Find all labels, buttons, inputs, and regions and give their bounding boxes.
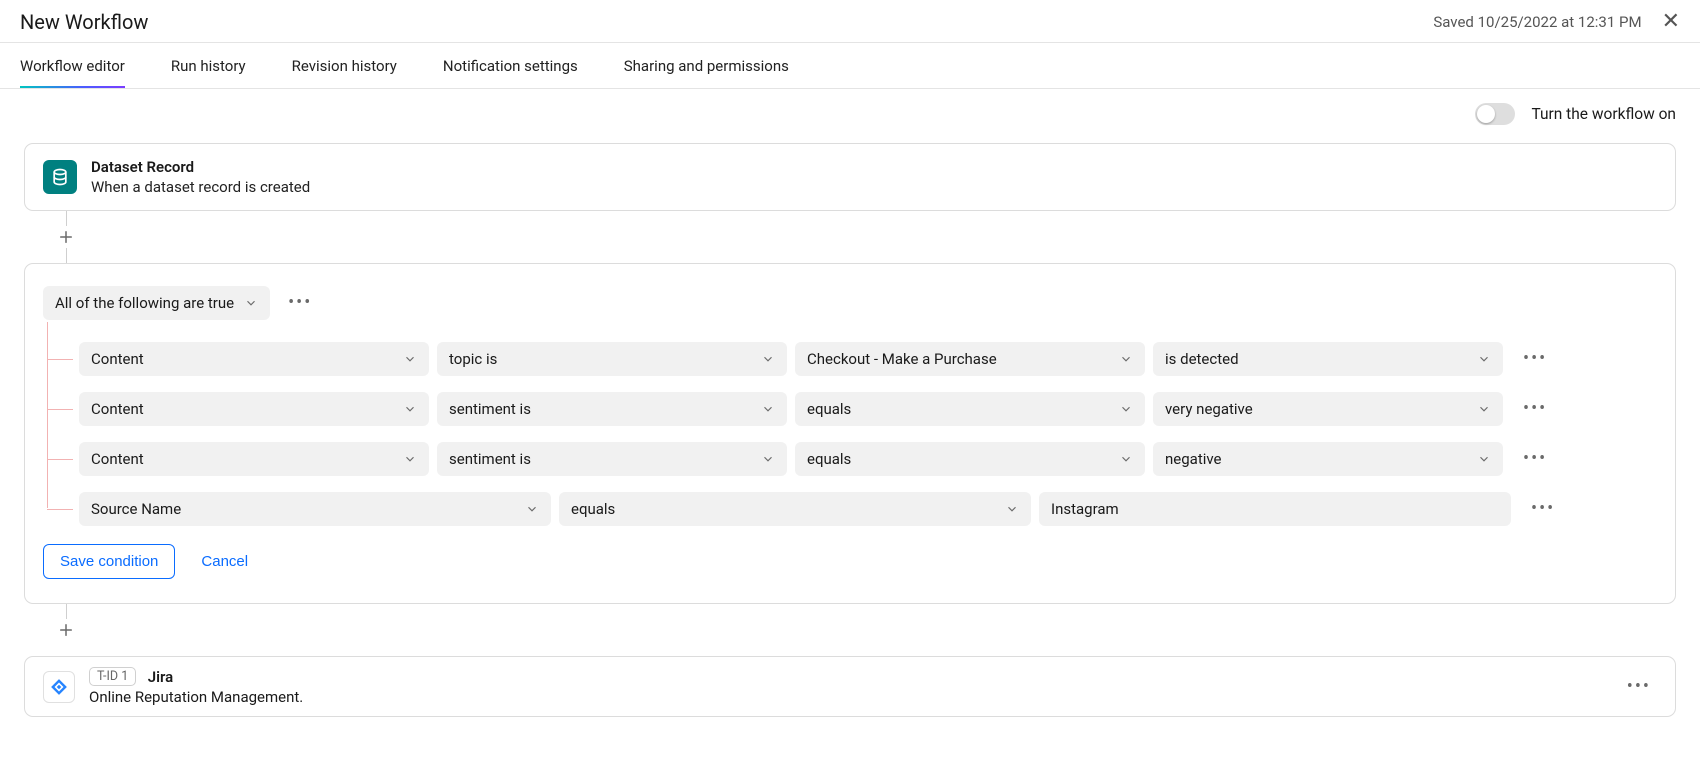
tab-revision-history[interactable]: Revision history bbox=[292, 43, 397, 88]
rule-value-select[interactable]: equals bbox=[795, 442, 1145, 476]
chevron-down-icon bbox=[761, 452, 775, 466]
rule-operator-select[interactable]: sentiment is bbox=[437, 442, 787, 476]
trigger-subtitle: When a dataset record is created bbox=[91, 178, 310, 196]
rule-value2-select[interactable]: is detected bbox=[1153, 342, 1503, 376]
condition-group-menu[interactable]: ••• bbox=[284, 294, 316, 312]
save-condition-button[interactable]: Save condition bbox=[43, 544, 175, 579]
rule-row-menu[interactable]: ••• bbox=[1519, 350, 1551, 368]
chevron-down-icon bbox=[525, 502, 539, 516]
rule-value-select[interactable]: Instagram bbox=[1039, 492, 1511, 526]
tab-run-history[interactable]: Run history bbox=[171, 43, 246, 88]
chevron-down-icon bbox=[1119, 352, 1133, 366]
chevron-down-icon bbox=[1119, 452, 1133, 466]
jira-icon bbox=[43, 671, 75, 703]
workflow-toggle-label: Turn the workflow on bbox=[1531, 105, 1676, 123]
task-id-badge: T-ID 1 bbox=[89, 667, 136, 686]
tab-workflow-editor[interactable]: Workflow editor bbox=[20, 43, 125, 88]
rule-row-menu[interactable]: ••• bbox=[1519, 450, 1551, 468]
rule-row-menu[interactable]: ••• bbox=[1519, 400, 1551, 418]
rule-row: Content sentiment is equals very negativ… bbox=[79, 392, 1657, 426]
page-title: New Workflow bbox=[20, 10, 148, 34]
chevron-down-icon bbox=[1477, 402, 1491, 416]
chevron-down-icon bbox=[761, 352, 775, 366]
rule-row: Content sentiment is equals negative ••• bbox=[79, 442, 1657, 476]
trigger-card[interactable]: Dataset Record When a dataset record is … bbox=[24, 143, 1676, 211]
cancel-button[interactable]: Cancel bbox=[201, 553, 248, 570]
tab-sharing-permissions[interactable]: Sharing and permissions bbox=[624, 43, 789, 88]
rule-field-select[interactable]: Content bbox=[79, 392, 429, 426]
condition-group-label: All of the following are true bbox=[55, 294, 234, 312]
chevron-down-icon bbox=[403, 352, 417, 366]
chevron-down-icon bbox=[1005, 502, 1019, 516]
rule-row-menu[interactable]: ••• bbox=[1527, 500, 1559, 518]
action-card[interactable]: T-ID 1 Jira Online Reputation Management… bbox=[24, 656, 1676, 717]
action-subtitle: Online Reputation Management. bbox=[89, 688, 303, 706]
chevron-down-icon bbox=[1477, 352, 1491, 366]
tab-notification-settings[interactable]: Notification settings bbox=[443, 43, 578, 88]
chevron-down-icon bbox=[403, 452, 417, 466]
action-app-label: Jira bbox=[148, 668, 173, 686]
chevron-down-icon bbox=[244, 296, 258, 310]
rule-value-select[interactable]: equals bbox=[795, 392, 1145, 426]
workflow-toggle[interactable] bbox=[1475, 103, 1515, 125]
rule-field-select[interactable]: Source Name bbox=[79, 492, 551, 526]
chevron-down-icon bbox=[761, 402, 775, 416]
rule-field-select[interactable]: Content bbox=[79, 342, 429, 376]
rule-value2-select[interactable]: negative bbox=[1153, 442, 1503, 476]
rule-row: Content topic is Checkout - Make a Purch… bbox=[79, 342, 1657, 376]
saved-timestamp: Saved 10/25/2022 at 12:31 PM bbox=[1433, 13, 1641, 31]
rule-value2-select[interactable]: very negative bbox=[1153, 392, 1503, 426]
tab-bar: Workflow editor Run history Revision his… bbox=[0, 43, 1700, 88]
close-button[interactable]: ✕ bbox=[1662, 11, 1680, 33]
condition-group-select[interactable]: All of the following are true bbox=[43, 286, 270, 320]
rule-row: Source Name equals Instagram ••• bbox=[79, 492, 1657, 526]
rule-value-select[interactable]: Checkout - Make a Purchase bbox=[795, 342, 1145, 376]
chevron-down-icon bbox=[1477, 452, 1491, 466]
chevron-down-icon bbox=[1119, 402, 1133, 416]
dataset-record-icon bbox=[43, 160, 77, 194]
add-step-button[interactable] bbox=[55, 226, 77, 248]
trigger-title: Dataset Record bbox=[91, 158, 310, 176]
rule-field-select[interactable]: Content bbox=[79, 442, 429, 476]
rule-operator-select[interactable]: sentiment is bbox=[437, 392, 787, 426]
rule-operator-select[interactable]: equals bbox=[559, 492, 1031, 526]
chevron-down-icon bbox=[403, 402, 417, 416]
condition-card: All of the following are true ••• Conten… bbox=[24, 263, 1676, 604]
rule-operator-select[interactable]: topic is bbox=[437, 342, 787, 376]
action-card-menu[interactable]: ••• bbox=[1623, 678, 1655, 696]
add-step-button[interactable] bbox=[55, 619, 77, 641]
